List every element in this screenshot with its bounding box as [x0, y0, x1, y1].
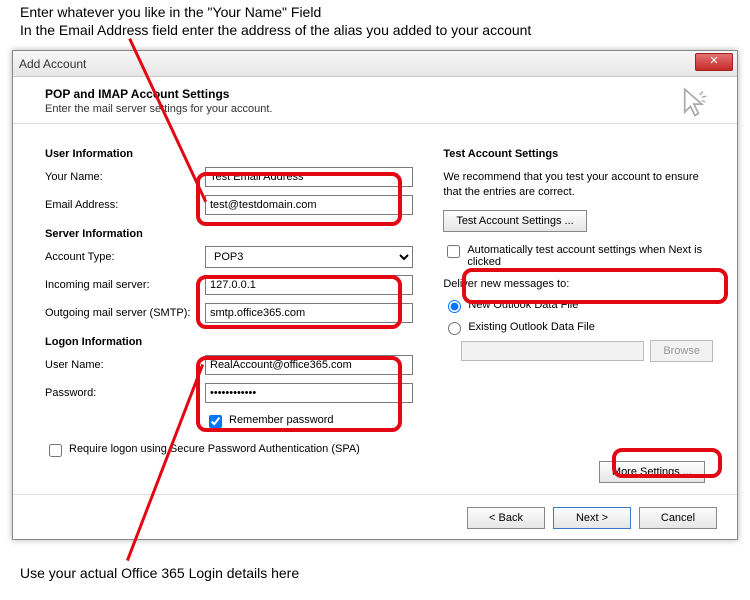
- dialog-content: User Information Your Name: Email Addres…: [13, 124, 737, 474]
- test-settings-heading: Test Account Settings: [443, 148, 713, 160]
- radio-new-label: New Outlook Data File: [468, 299, 578, 311]
- account-type-label: Account Type:: [45, 251, 205, 263]
- server-info-heading: Server Information: [45, 228, 413, 240]
- username-input[interactable]: [205, 355, 413, 375]
- dialog-title: Add Account: [19, 57, 86, 71]
- dialog-header: POP and IMAP Account Settings Enter the …: [13, 77, 737, 124]
- radio-existing-data-file[interactable]: [448, 322, 461, 335]
- username-label: User Name:: [45, 359, 205, 371]
- incoming-server-input[interactable]: [205, 275, 413, 295]
- spa-checkbox[interactable]: [49, 444, 62, 457]
- email-label: Email Address:: [45, 199, 205, 211]
- titlebar: Add Account ✕: [13, 51, 737, 77]
- add-account-dialog: Add Account ✕ POP and IMAP Account Setti…: [12, 50, 738, 540]
- password-label: Password:: [45, 387, 205, 399]
- footer-divider: [13, 494, 737, 495]
- radio-new-data-file[interactable]: [448, 300, 461, 313]
- user-info-heading: User Information: [45, 148, 413, 160]
- cancel-button[interactable]: Cancel: [639, 507, 717, 529]
- outgoing-server-label: Outgoing mail server (SMTP):: [45, 307, 205, 319]
- instruction-bottom: Use your actual Office 365 Login details…: [20, 565, 299, 581]
- test-account-settings-button[interactable]: Test Account Settings ...: [443, 210, 586, 232]
- radio-existing-label: Existing Outlook Data File: [468, 321, 595, 333]
- your-name-label: Your Name:: [45, 171, 205, 183]
- remember-password-label: Remember password: [229, 414, 334, 426]
- password-input[interactable]: [205, 383, 413, 403]
- remember-password-checkbox[interactable]: [209, 415, 222, 428]
- more-settings-button[interactable]: More Settings ...: [599, 461, 705, 483]
- incoming-server-label: Incoming mail server:: [45, 279, 205, 291]
- close-icon: ✕: [709, 55, 718, 67]
- instruction-line-2: In the Email Address field enter the add…: [20, 22, 531, 38]
- test-settings-desc: We recommend that you test your account …: [443, 170, 713, 200]
- left-column: User Information Your Name: Email Addres…: [45, 142, 413, 464]
- auto-test-checkbox[interactable]: [447, 245, 460, 258]
- your-name-input[interactable]: [205, 167, 413, 187]
- email-input[interactable]: [205, 195, 413, 215]
- outgoing-server-input[interactable]: [205, 303, 413, 323]
- logon-info-heading: Logon Information: [45, 336, 413, 348]
- header-subtitle: Enter the mail server settings for your …: [45, 103, 717, 115]
- instruction-line-1: Enter whatever you like in the "Your Nam…: [20, 4, 321, 20]
- cursor-icon: [681, 87, 709, 119]
- back-button[interactable]: < Back: [467, 507, 545, 529]
- header-title: POP and IMAP Account Settings: [45, 87, 717, 101]
- spa-label: Require logon using Secure Password Auth…: [69, 443, 360, 455]
- account-type-select[interactable]: POP3: [205, 246, 413, 268]
- data-file-path-input: [461, 341, 644, 361]
- auto-test-label: Automatically test account settings when…: [467, 244, 713, 268]
- dialog-footer: < Back Next > Cancel: [467, 507, 717, 529]
- next-button[interactable]: Next >: [553, 507, 631, 529]
- deliver-heading: Deliver new messages to:: [443, 278, 713, 290]
- right-column: Test Account Settings We recommend that …: [443, 142, 713, 464]
- close-button[interactable]: ✕: [695, 53, 733, 71]
- browse-button[interactable]: Browse: [650, 340, 713, 362]
